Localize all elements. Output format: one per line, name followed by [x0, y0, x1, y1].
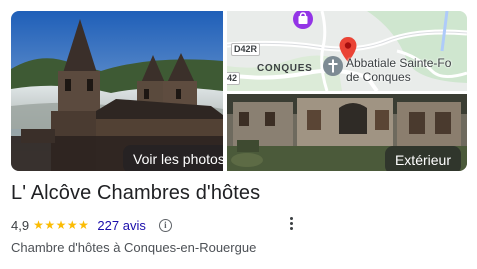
- reviews-link[interactable]: 227 avis: [97, 218, 145, 233]
- shopping-bag-icon[interactable]: [291, 11, 315, 31]
- rating-row: 4,9 ★ ★ ★ ★ ★ 227 avis i: [11, 216, 172, 234]
- place-card: Voir les photos D42R 42 CONQUES Abbatial…: [0, 0, 477, 269]
- view-photos-button[interactable]: Voir les photos: [123, 145, 223, 171]
- place-map-label-line1: Abbatiale Sainte-Fo: [346, 56, 452, 70]
- exterior-button[interactable]: Extérieur: [384, 146, 461, 171]
- star-icon: ★: [66, 218, 78, 232]
- town-label: CONQUES: [257, 63, 313, 74]
- star-icon: ★: [33, 218, 44, 232]
- star-icon: ★: [78, 218, 89, 232]
- place-map-label: Abbatiale Sainte-Fo de Conques: [346, 56, 451, 84]
- road-label-d42r: D42R: [231, 43, 261, 56]
- star-icon: ★: [44, 218, 56, 232]
- map-tile[interactable]: D42R 42 CONQUES Abbatiale Sainte-Fo de C…: [227, 11, 467, 91]
- star-icon: ★: [55, 218, 67, 232]
- place-map-label-line2: de Conques: [346, 70, 411, 84]
- place-category: Chambre d'hôtes à Conques-en-Rouergue: [11, 240, 257, 255]
- info-icon[interactable]: i: [158, 218, 172, 232]
- place-title[interactable]: L' Alcôve Chambres d'hôtes: [11, 180, 260, 206]
- road-label-42: 42: [227, 72, 241, 85]
- main-photo[interactable]: Voir les photos: [11, 11, 223, 171]
- more-vert-icon[interactable]: [283, 215, 299, 231]
- rating-value: 4,9: [11, 217, 30, 233]
- exterior-photo[interactable]: Extérieur: [227, 94, 467, 171]
- rating-stars: ★ ★ ★ ★ ★: [33, 218, 89, 232]
